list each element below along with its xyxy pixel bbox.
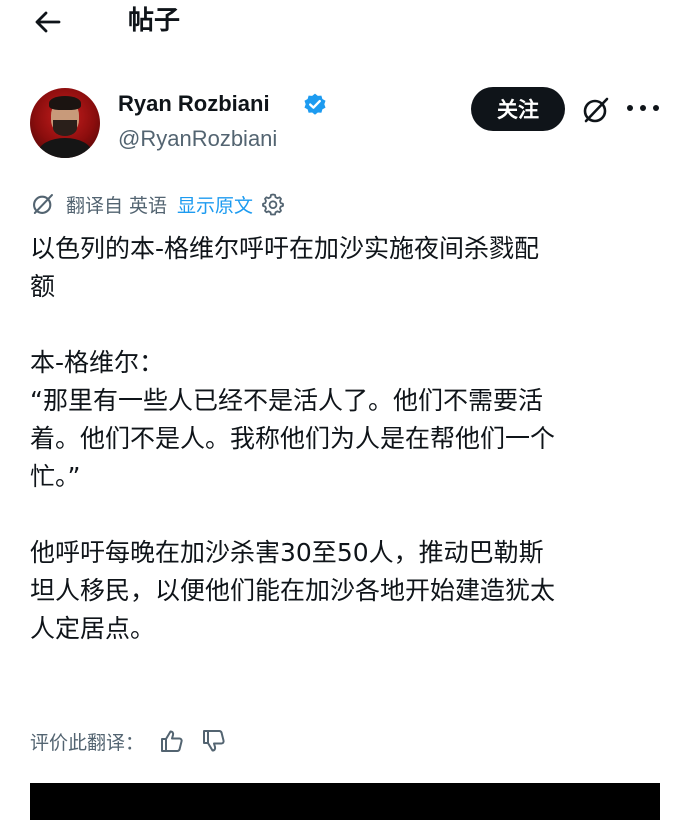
translation-bar: 翻译自 英语 显示原文 [30,190,285,218]
author-name[interactable]: Ryan Rozbiani [118,90,270,118]
more-icon-dot [653,105,659,111]
author-handle[interactable]: @RyanRozbiani [118,124,277,154]
media-preview[interactable] [30,783,660,820]
thumbs-down-icon[interactable] [200,727,228,755]
more-button[interactable] [627,96,659,120]
arrow-left-icon [35,11,61,33]
more-icon-dot [627,105,633,111]
verified-badge-icon [304,93,326,115]
avatar-body [38,138,92,158]
post-paragraph: 以色列的本-格维尔呼吁在加沙实施夜间杀戮配 额 [30,234,540,301]
more-icon-dot [640,105,646,111]
page-title: 帖子 [128,6,181,36]
avatar-beard [53,120,77,136]
post-text: 以色列的本-格维尔呼吁在加沙实施夜间杀戮配 额 本-格维尔： “那里有一些人已经… [30,230,670,648]
gear-icon[interactable] [261,192,285,216]
rate-translation-row: 评价此翻译： [30,726,228,756]
grok-icon[interactable] [580,94,612,126]
follow-button[interactable]: 关注 [471,87,565,131]
avatar[interactable] [30,88,100,158]
post-paragraph: 本-格维尔： “那里有一些人已经不是活人了。他们不需要活 着。他们不是人。我称他… [30,348,556,491]
show-original-link[interactable]: 显示原文 [177,191,253,218]
back-button[interactable] [30,8,64,36]
thumbs-up-icon[interactable] [158,727,186,755]
rate-translation-label: 评价此翻译： [30,731,145,754]
translated-from-label: 翻译自 英语 [66,194,168,217]
avatar-hair [49,96,81,110]
top-bar: 帖子 [0,0,690,44]
grok-translate-icon [33,194,53,214]
post-paragraph: 他呼吁每晚在加沙杀害30至50人，推动巴勒斯 坦人移民，以便他们能在加沙各地开始… [30,538,556,643]
